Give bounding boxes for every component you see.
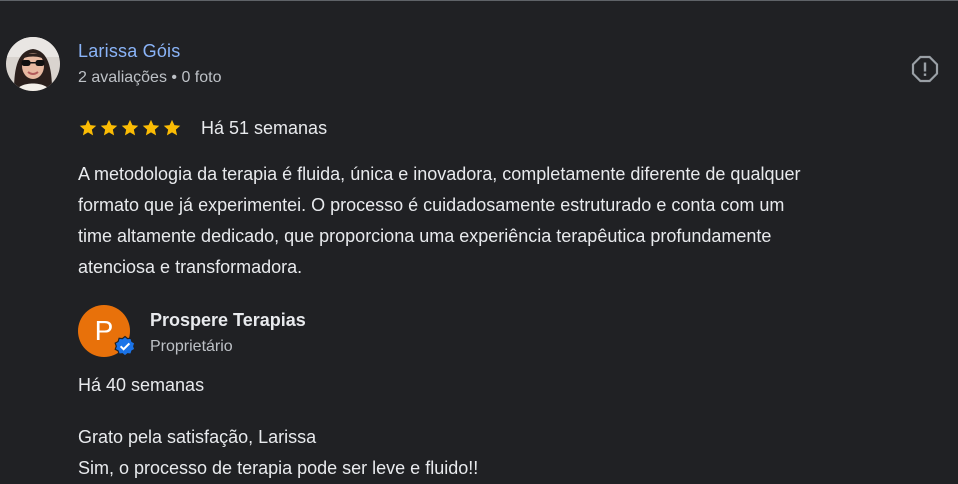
review-text-line: formato que já experimentei. O processo … (78, 195, 785, 215)
star-icon (100, 119, 118, 136)
reviewer-avatar[interactable] (6, 37, 60, 91)
top-divider (0, 0, 958, 1)
reply-time: Há 40 semanas (78, 375, 205, 395)
star-icon (79, 119, 97, 136)
review-text-line: time altamente dedicado, que proporciona… (78, 226, 772, 246)
reply-text-line: Sim, o processo de terapia pode ser leve… (78, 458, 479, 478)
reviewer-meta: 2 avaliações • 0 foto (78, 69, 222, 86)
rating-row: Há 51 semanas (78, 116, 327, 140)
owner-role: Proprietário (150, 338, 233, 355)
owner-name[interactable]: Prospere Terapias (150, 310, 306, 331)
report-icon (911, 55, 939, 83)
review-text-line: atenciosa e transformadora. (78, 257, 303, 277)
star-icon (121, 119, 139, 136)
report-button[interactable] (909, 53, 941, 85)
reviewer-name[interactable]: Larissa Góis (78, 41, 180, 62)
review-text-line: A metodologia da terapia é fluida, única… (78, 164, 801, 184)
reply-text-line: Grato pela satisfação, Larissa (78, 427, 317, 447)
verified-badge-icon (114, 335, 136, 357)
reply-text: Grato pela satisfação, Larissa Sim, o pr… (78, 422, 478, 484)
star-rating (78, 118, 182, 138)
review-text: A metodologia da terapia é fluida, única… (78, 159, 958, 283)
star-icon (142, 119, 160, 136)
review-time: Há 51 semanas (201, 117, 328, 138)
star-icon (163, 119, 181, 136)
